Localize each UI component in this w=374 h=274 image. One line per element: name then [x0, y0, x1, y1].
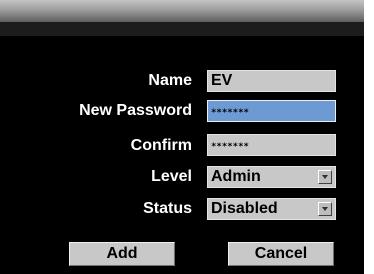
new-password-label: New Password: [79, 102, 192, 119]
new-password-value: *******: [211, 108, 249, 118]
name-value: EV: [211, 72, 233, 89]
confirm-label: Confirm: [130, 137, 192, 154]
status-dropdown-button[interactable]: [318, 202, 332, 216]
status-label: Status: [143, 200, 192, 217]
confirm-password-field[interactable]: *******: [207, 134, 336, 156]
name-field[interactable]: EV: [207, 70, 336, 92]
level-value: Admin: [211, 168, 261, 185]
level-select[interactable]: Admin: [207, 166, 336, 188]
chevron-down-icon: [322, 175, 328, 179]
new-password-field[interactable]: *******: [207, 100, 336, 122]
add-button[interactable]: Add: [69, 242, 175, 266]
user-edit-dialog: Name EV New Password ******* Confirm ***…: [0, 0, 364, 274]
name-label: Name: [148, 72, 192, 89]
title-bar: [0, 0, 364, 22]
status-select[interactable]: Disabled: [207, 198, 336, 220]
confirm-password-value: *******: [211, 142, 249, 152]
status-value: Disabled: [211, 200, 278, 217]
level-dropdown-button[interactable]: [318, 170, 332, 184]
cancel-button[interactable]: Cancel: [228, 242, 334, 266]
level-label: Level: [151, 168, 192, 185]
title-bar-divider: [0, 22, 364, 36]
chevron-down-icon: [322, 207, 328, 211]
